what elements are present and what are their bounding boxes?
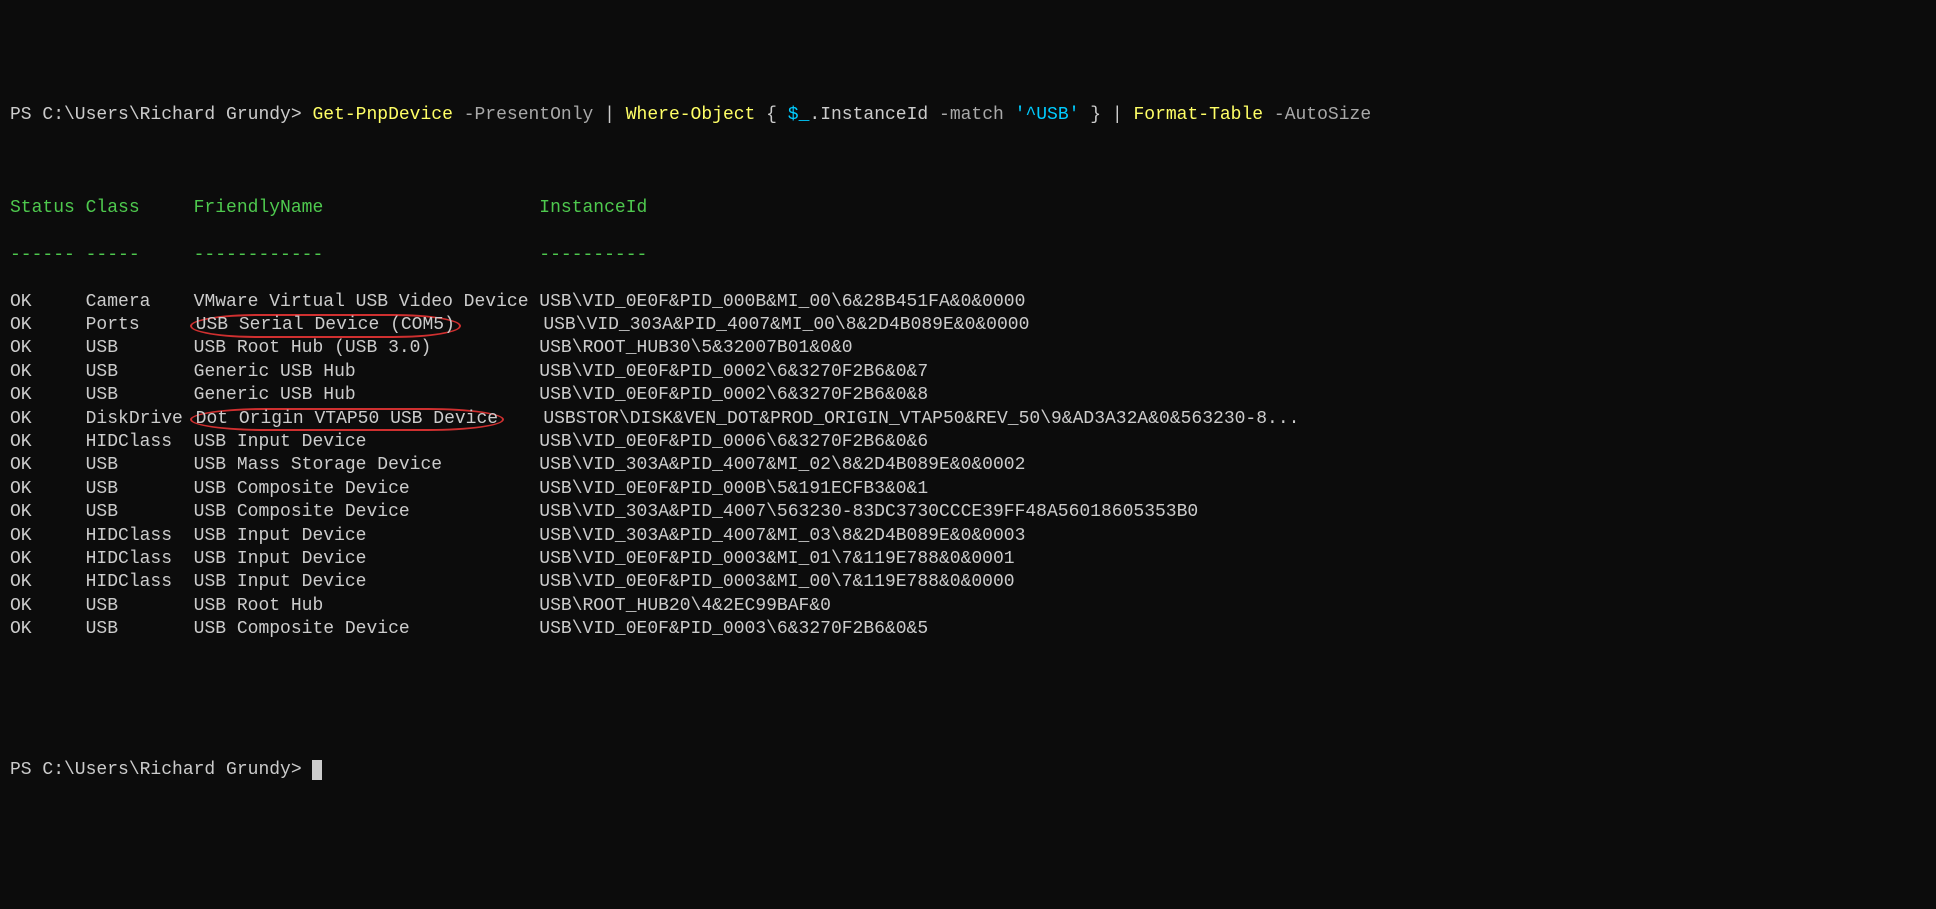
friendly-name: USB Serial Device (COM5) (194, 315, 544, 335)
instance-id: USBSTOR\DISK&VEN_DOT&PROD_ORIGIN_VTAP50&… (543, 409, 1299, 429)
property: .InstanceId (809, 105, 939, 125)
highlight-circle: USB Serial Device (COM5) (190, 314, 461, 338)
pipe-1: | (604, 105, 626, 125)
table-divider-row: ------ ----- ------------ ---------- (10, 244, 1926, 267)
brace-close: } (1079, 105, 1111, 125)
friendly-name: Dot Origin VTAP50 USB Device (194, 409, 544, 429)
instance-id: USB\VID_303A&PID_4007&MI_03\8&2D4B089E&0… (539, 526, 1025, 546)
highlight-circle: Dot Origin VTAP50 USB Device (190, 408, 504, 432)
table-row: OK HIDClass USB Input Device USB\VID_0E0… (10, 571, 1926, 594)
instance-id: USB\VID_0E0F&PID_0002\6&3270F2B6&0&7 (539, 362, 928, 382)
param-autosize: -AutoSize (1274, 105, 1371, 125)
table-row: OK HIDClass USB Input Device USB\VID_303… (10, 525, 1926, 548)
param-presentonly: -PresentOnly (453, 105, 604, 125)
pipe-2: | (1112, 105, 1134, 125)
table-row: OK DiskDrive Dot Origin VTAP50 USB Devic… (10, 408, 1926, 431)
table-row: OK USB USB Composite Device USB\VID_0E0F… (10, 618, 1926, 641)
friendly-name: USB Composite Device (194, 479, 540, 499)
friendly-name: USB Composite Device (194, 502, 540, 522)
instance-id: USB\VID_303A&PID_4007\563230-83DC3730CCC… (539, 502, 1198, 522)
friendly-name: USB Root Hub (USB 3.0) (194, 338, 540, 358)
instance-id: USB\VID_0E0F&PID_000B&MI_00\6&28B451FA&0… (539, 292, 1025, 312)
table-row: OK USB Generic USB Hub USB\VID_0E0F&PID_… (10, 361, 1926, 384)
cmdlet-formattable: Format-Table (1133, 105, 1273, 125)
instance-id: USB\VID_303A&PID_4007&MI_02\8&2D4B089E&0… (539, 455, 1025, 475)
instance-id: USB\VID_0E0F&PID_0006\6&3270F2B6&0&6 (539, 432, 928, 452)
brace-open: { (766, 105, 788, 125)
friendly-name: VMware Virtual USB Video Device (194, 292, 540, 312)
instance-id: USB\VID_0E0F&PID_0003&MI_00\7&119E788&0&… (539, 572, 1014, 592)
instance-id: USB\ROOT_HUB30\5&32007B01&0&0 (539, 338, 852, 358)
blank-line (10, 150, 1926, 173)
friendly-name: USB Root Hub (194, 596, 540, 616)
table-row: OK USB USB Root Hub (USB 3.0) USB\ROOT_H… (10, 337, 1926, 360)
instance-id: USB\VID_303A&PID_4007&MI_00\8&2D4B089E&0… (543, 315, 1029, 335)
friendly-name: Generic USB Hub (194, 362, 540, 382)
table-row: OK USB Generic USB Hub USB\VID_0E0F&PID_… (10, 384, 1926, 407)
table-row: OK Ports USB Serial Device (COM5) USB\VI… (10, 314, 1926, 337)
friendly-name: USB Input Device (194, 549, 540, 569)
table-row: OK Camera VMware Virtual USB Video Devic… (10, 291, 1926, 314)
table-row: OK USB USB Root Hub USB\ROOT_HUB20\4&2EC… (10, 595, 1926, 618)
friendly-name: USB Input Device (194, 432, 540, 452)
operator-match: -match (939, 105, 1015, 125)
table-row: OK USB USB Composite Device USB\VID_303A… (10, 501, 1926, 524)
table-row: OK USB USB Composite Device USB\VID_0E0F… (10, 478, 1926, 501)
ps-prompt: PS C:\Users\Richard Grundy> (10, 105, 312, 125)
instance-id: USB\VID_0E0F&PID_0002\6&3270F2B6&0&8 (539, 385, 928, 405)
friendly-name: Generic USB Hub (194, 385, 540, 405)
instance-id: USB\ROOT_HUB20\4&2EC99BAF&0 (539, 596, 831, 616)
blank-line-2 (10, 665, 1926, 688)
friendly-name: USB Input Device (194, 572, 540, 592)
instance-id: USB\VID_0E0F&PID_0003\6&3270F2B6&0&5 (539, 619, 928, 639)
command-line-2[interactable]: PS C:\Users\Richard Grundy> (10, 759, 1926, 782)
blank-line-3 (10, 712, 1926, 735)
command-line-1[interactable]: PS C:\Users\Richard Grundy> Get-PnpDevic… (10, 104, 1926, 127)
ps-prompt-2: PS C:\Users\Richard Grundy> (10, 760, 312, 780)
friendly-name: USB Composite Device (194, 619, 540, 639)
instance-id: USB\VID_0E0F&PID_0003&MI_01\7&119E788&0&… (539, 549, 1014, 569)
instance-id: USB\VID_0E0F&PID_000B\5&191ECFB3&0&1 (539, 479, 928, 499)
table-row: OK HIDClass USB Input Device USB\VID_0E0… (10, 548, 1926, 571)
table-header-row: Status Class FriendlyName InstanceId (10, 197, 1926, 220)
table-row: OK HIDClass USB Input Device USB\VID_0E0… (10, 431, 1926, 454)
string-usb: '^USB' (1015, 105, 1080, 125)
cursor-icon (312, 760, 322, 780)
friendly-name: USB Mass Storage Device (194, 455, 540, 475)
cmdlet-getpnp: Get-PnpDevice (312, 105, 452, 125)
friendly-name: USB Input Device (194, 526, 540, 546)
autovar: $_ (788, 105, 810, 125)
table-row: OK USB USB Mass Storage Device USB\VID_3… (10, 454, 1926, 477)
cmdlet-whereobject: Where-Object (626, 105, 766, 125)
